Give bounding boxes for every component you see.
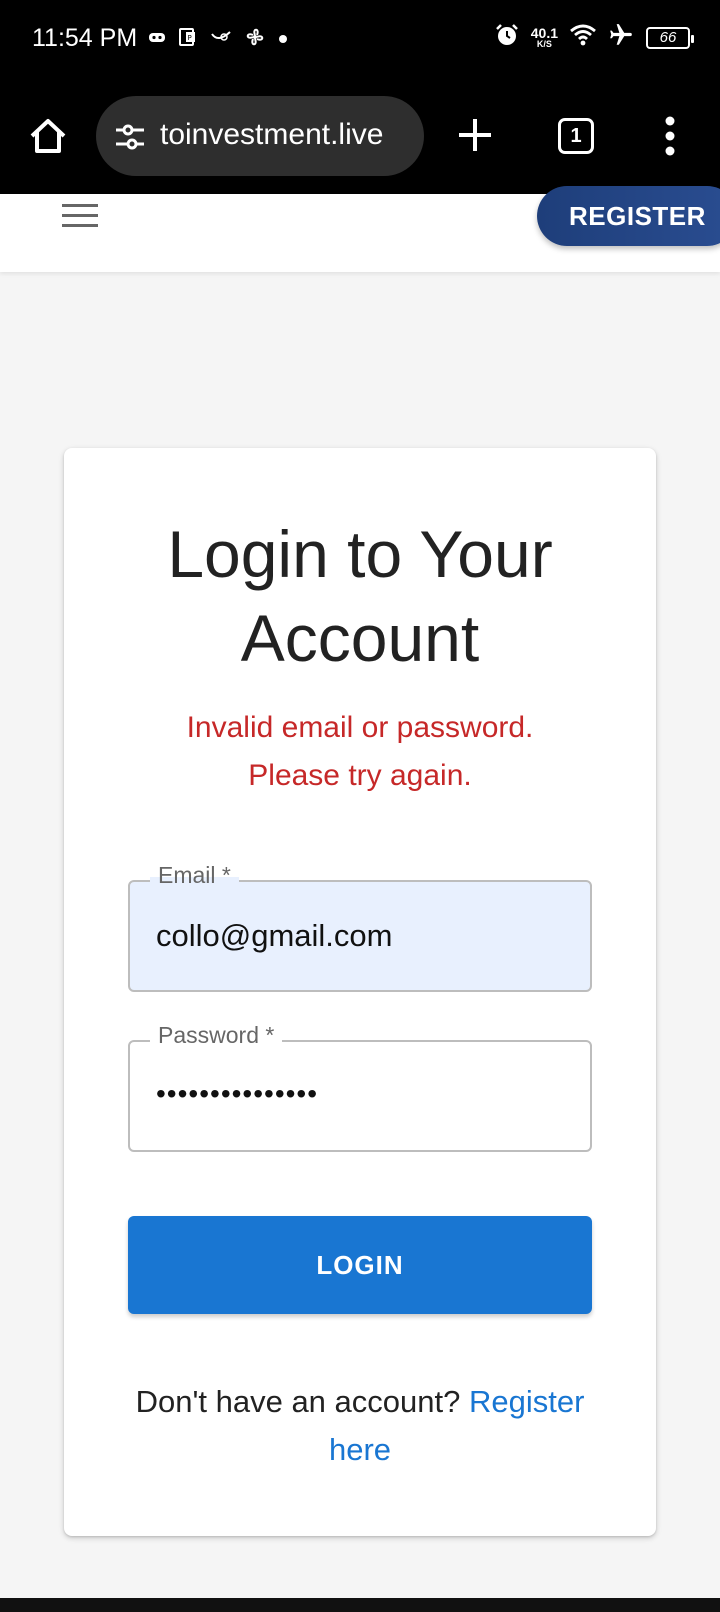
register-prompt-text: Don't have an account? [135,1384,469,1419]
password-value[interactable]: ••••••••••••••• [156,1078,318,1110]
login-card: Login to Your Account Invalid email or p… [64,448,656,1536]
svg-text:P: P [188,34,192,42]
error-message-line1: Invalid email or password. [186,711,534,744]
login-button[interactable]: LOGIN [128,1216,592,1314]
email-label: Email * [150,862,239,889]
password-field[interactable]: Password * ••••••••••••••• [128,1022,592,1152]
navigation-bar [0,1598,720,1612]
tab-count: 1 [570,124,582,147]
error-message-line2: Please try again. [248,759,472,792]
status-bar: 11:54 PM P 40.1 K/S 66 [0,0,720,80]
notification-icons: P [148,26,288,53]
email-value[interactable]: collo@gmail.com [156,918,392,954]
status-time: 11:54 PM [32,24,138,52]
hamburger-menu-icon[interactable] [62,204,98,230]
url-value: toinvestment.live [160,118,384,151]
battery-icon: 66 [646,26,694,49]
net-speed-value: 40.1 [530,25,558,41]
net-speed-unit: K/S [536,39,552,49]
more-vert-icon[interactable] [664,116,676,156]
register-button[interactable]: REGISTER [537,186,720,246]
url-text[interactable]: toinvestment.live [160,118,410,152]
tabs-icon[interactable]: 1 [558,118,594,154]
register-prompt: Don't have an account? Register here [114,1378,606,1474]
new-tab-button[interactable] [456,116,494,154]
tune-icon[interactable] [114,122,146,152]
pdf-icon: P [178,27,198,52]
password-label: Password * [150,1022,283,1049]
error-message: Invalid email or password. Please try ag… [124,704,596,800]
register-link-line2[interactable]: here [329,1432,391,1467]
email-field[interactable]: Email * collo@gmail.com [128,862,592,992]
home-button[interactable] [26,114,70,158]
whatsapp-icon [210,29,232,50]
game-icon [148,30,166,49]
alarm-icon [495,23,519,52]
home-icon [30,119,66,153]
battery-level: 66 [659,29,677,46]
wifi-icon [570,24,596,51]
airplane-icon [608,22,634,53]
page-title-line2: Account [240,601,480,675]
fan-icon [244,26,266,53]
site-header: REGISTER [0,186,720,272]
status-right-icons: 40.1 K/S 66 [495,22,694,53]
dot-icon [278,31,288,49]
address-bar[interactable]: toinvestment.live [96,96,424,176]
net-speed: 40.1 K/S [531,26,558,49]
page-title-line1: Login to Your [167,517,553,591]
browser-toolbar: toinvestment.live 1 [0,80,720,194]
page-title: Login to Your Account [64,512,656,680]
plus-icon [459,119,491,151]
register-link[interactable]: Register [469,1384,584,1419]
